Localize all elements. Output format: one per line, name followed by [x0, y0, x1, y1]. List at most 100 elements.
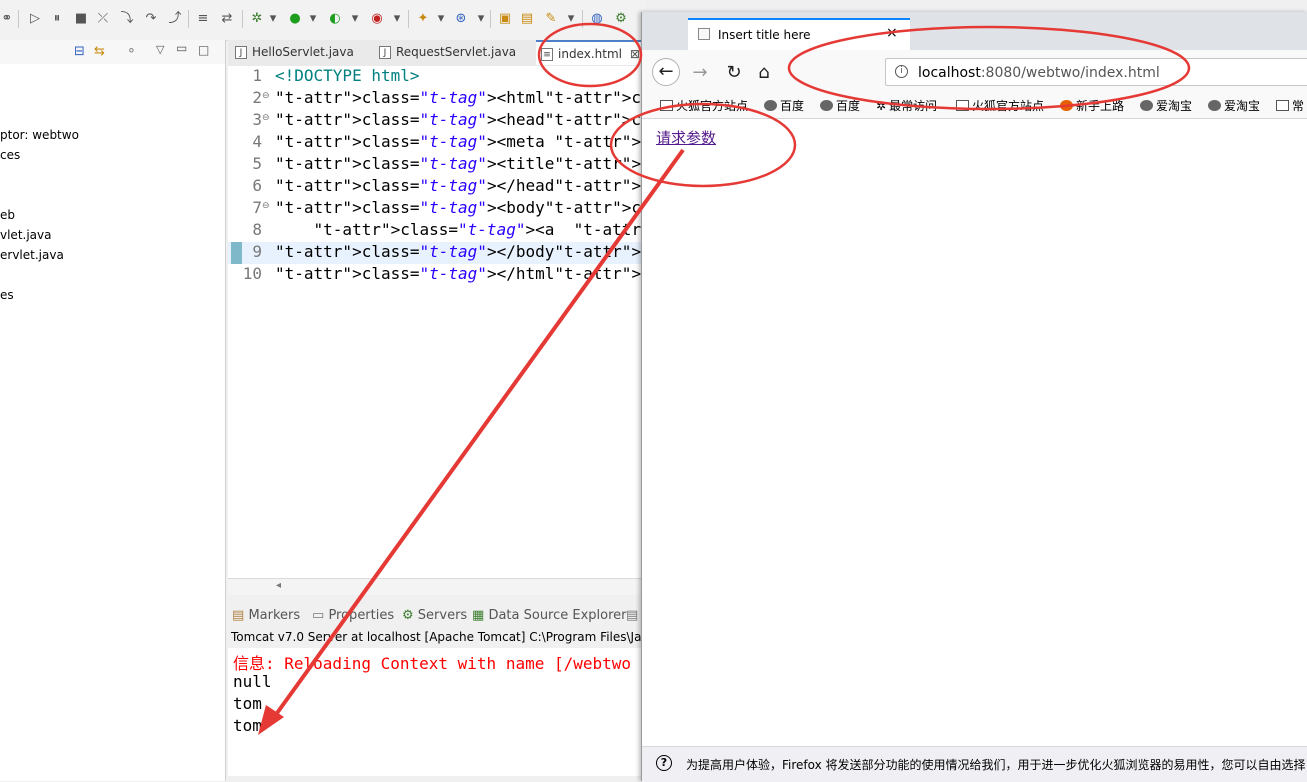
database-icon: ▦	[472, 608, 485, 623]
tab-data-source-explorer[interactable]: ▦ Data Source Explorer	[472, 608, 627, 623]
console-output[interactable]: 信息: Reloading Context with name [/webtwo…	[228, 648, 642, 776]
maximize-icon[interactable]: □	[198, 43, 209, 57]
link-icon[interactable]: ⚭	[0, 12, 14, 26]
tree-item[interactable]: vlet.java	[0, 228, 51, 242]
filter-icon[interactable]: ⚬	[126, 44, 137, 59]
tab-helloservlet[interactable]: J HelloServlet.java	[230, 40, 354, 65]
server-icon[interactable]: ⚙	[614, 12, 628, 26]
toolbar-separator	[242, 10, 243, 28]
close-tab-icon[interactable]: ×	[886, 25, 898, 41]
new-java-class-icon[interactable]: ⊛	[454, 12, 468, 26]
forward-button[interactable]: →	[686, 59, 714, 87]
tree-item[interactable]: ces	[0, 148, 20, 162]
resume-icon[interactable]: ▷	[28, 12, 42, 26]
browser-tab-title: Insert title here	[718, 28, 811, 42]
console-line: null	[233, 672, 272, 691]
line-number: 9	[252, 242, 262, 261]
project-explorer: ⊟ ⇆ ⚬ ▽ ▭ □ ptor: webtwo ces eb vlet.jav…	[0, 40, 226, 781]
suspend-icon[interactable]: ⏸	[50, 12, 64, 26]
open-type-icon[interactable]: ▣	[498, 12, 512, 26]
globe-icon[interactable]: ◍	[590, 12, 604, 26]
code-line: "t-attr">class="t-tag"></body"t-attr">cl…	[275, 242, 642, 261]
tab-properties[interactable]: ▭ Properties	[312, 608, 394, 623]
debug-icon[interactable]: ✲	[250, 12, 264, 26]
chevron-down-icon[interactable]: ▾	[390, 12, 404, 26]
chevron-down-icon[interactable]: ▾	[306, 12, 320, 26]
line-number: 2	[252, 88, 262, 107]
fold-icon[interactable]: ⊖	[262, 113, 270, 123]
chevron-down-icon[interactable]: ▾	[266, 12, 280, 26]
bookmark-item[interactable]: 新手上路	[1060, 97, 1124, 114]
line-number: 5	[252, 154, 262, 173]
bookmark-item[interactable]: 火狐官方站点	[660, 97, 748, 114]
minimize-icon[interactable]: ▭	[176, 41, 187, 55]
link-with-editor-icon[interactable]: ⇆	[94, 44, 105, 59]
run-icon[interactable]: ●	[288, 12, 302, 26]
disconnect-icon[interactable]: ⤫	[96, 12, 110, 26]
chevron-down-icon[interactable]: ▾	[434, 12, 448, 26]
tree-item[interactable]: ptor: webtwo	[0, 128, 79, 142]
chevron-down-icon[interactable]: ▾	[348, 12, 362, 26]
url-bar[interactable]: i localhost:8080/webtwo/index.html	[885, 58, 1307, 86]
view-menu-icon[interactable]: ▽	[156, 43, 164, 56]
fold-icon[interactable]: ⊖	[262, 201, 270, 211]
reload-button[interactable]: ↻	[720, 59, 748, 87]
coverage-icon[interactable]: ◐	[328, 12, 342, 26]
tab-index-html[interactable]: ≡ index.html ⊠	[536, 40, 646, 65]
scroll-left-icon[interactable]: ◂	[276, 580, 281, 591]
request-params-link[interactable]: 请求参数	[656, 127, 716, 148]
home-button[interactable]: ⌂	[750, 59, 778, 87]
bookmark-item[interactable]: 百度	[820, 97, 860, 114]
step-over-icon[interactable]: ↷	[144, 12, 158, 26]
line-number: 8	[252, 220, 262, 239]
code-editor[interactable]: 1 2 3 4 5 6 7 8 9 10 ⊖ ⊖ ⊖ <!DOCTYPE htm…	[228, 66, 642, 578]
back-button[interactable]: ←	[652, 58, 680, 86]
browser-tabbar: Insert title here ×	[642, 12, 1307, 50]
info-icon[interactable]: i	[895, 65, 908, 78]
bookmark-item[interactable]: 爱淘宝	[1208, 97, 1260, 114]
external-tools-icon[interactable]: ◉	[370, 12, 384, 26]
editor-tabbar: J HelloServlet.java J RequestServlet.jav…	[228, 40, 646, 67]
browser-tab[interactable]: Insert title here ×	[688, 18, 910, 50]
bookmark-item[interactable]: 常	[1276, 97, 1304, 114]
fold-icon[interactable]: ⊖	[262, 91, 270, 101]
open-folder-icon[interactable]: ▤	[520, 12, 534, 26]
chevron-down-icon[interactable]: ▾	[474, 12, 488, 26]
use-step-filters-icon[interactable]: ⇄	[220, 12, 234, 26]
terminate-icon[interactable]: ■	[74, 12, 88, 26]
line-number: 10	[242, 264, 262, 283]
properties-icon: ▭	[312, 608, 325, 623]
java-file-icon: J	[235, 46, 247, 59]
tab-requestservlet[interactable]: J RequestServlet.java	[374, 40, 516, 65]
folder-icon	[660, 100, 673, 111]
code-line: "t-attr">class="t-tag"><meta "t-attr">ch…	[275, 132, 642, 151]
globe-icon	[820, 100, 833, 111]
tab-markers[interactable]: ▤ Markers	[232, 608, 300, 623]
notification-bar: ? 为提高用户体验，Firefox 将发送部分功能的使用情况给我们，用于进一步优…	[642, 746, 1307, 782]
tree-item[interactable]: ervlet.java	[0, 248, 64, 262]
markers-icon: ▤	[232, 608, 245, 623]
new-server-icon[interactable]: ✦	[416, 12, 430, 26]
search-tool-icon[interactable]: ✎	[544, 12, 558, 26]
tree-item[interactable]: eb	[0, 208, 15, 222]
snippets-icon[interactable]: ▤	[626, 608, 638, 623]
close-icon[interactable]: ⊠	[630, 42, 640, 67]
line-number: 6	[252, 176, 262, 195]
tab-servers[interactable]: ⚙ Servers	[402, 608, 467, 623]
globe-icon	[1140, 100, 1153, 111]
tree-item[interactable]: es	[0, 288, 14, 302]
chevron-down-icon[interactable]: ▾	[564, 12, 578, 26]
eclipse-toolbar: ⚭ ▷ ⏸ ■ ⤫ ⤵ ↷ ⤴ ≡ ⇄ ✲ ▾ ● ▾ ◐ ▾ ◉ ▾ ✦ ▾ …	[0, 0, 645, 41]
bookmark-item[interactable]: 爱淘宝	[1140, 97, 1192, 114]
collapse-all-icon[interactable]: ⊟	[74, 44, 85, 59]
code-line: "t-attr">class="t-tag"><title"t-attr">cl…	[275, 154, 642, 173]
navigation-bar: ← → ↻ ⌂ i localhost:8080/webtwo/index.ht…	[642, 50, 1307, 94]
bookmark-item[interactable]: ✲ 最常访问	[876, 97, 937, 114]
bookmark-item[interactable]: 百度	[764, 97, 804, 114]
bookmark-item[interactable]: 火狐官方站点	[956, 97, 1044, 114]
horizontal-scrollbar[interactable]: ◂	[228, 578, 642, 595]
page-favicon	[698, 28, 710, 40]
step-return-icon[interactable]: ⤴	[168, 12, 182, 26]
step-into-icon[interactable]: ⤵	[120, 12, 134, 26]
drop-to-frame-icon[interactable]: ≡	[196, 12, 210, 26]
